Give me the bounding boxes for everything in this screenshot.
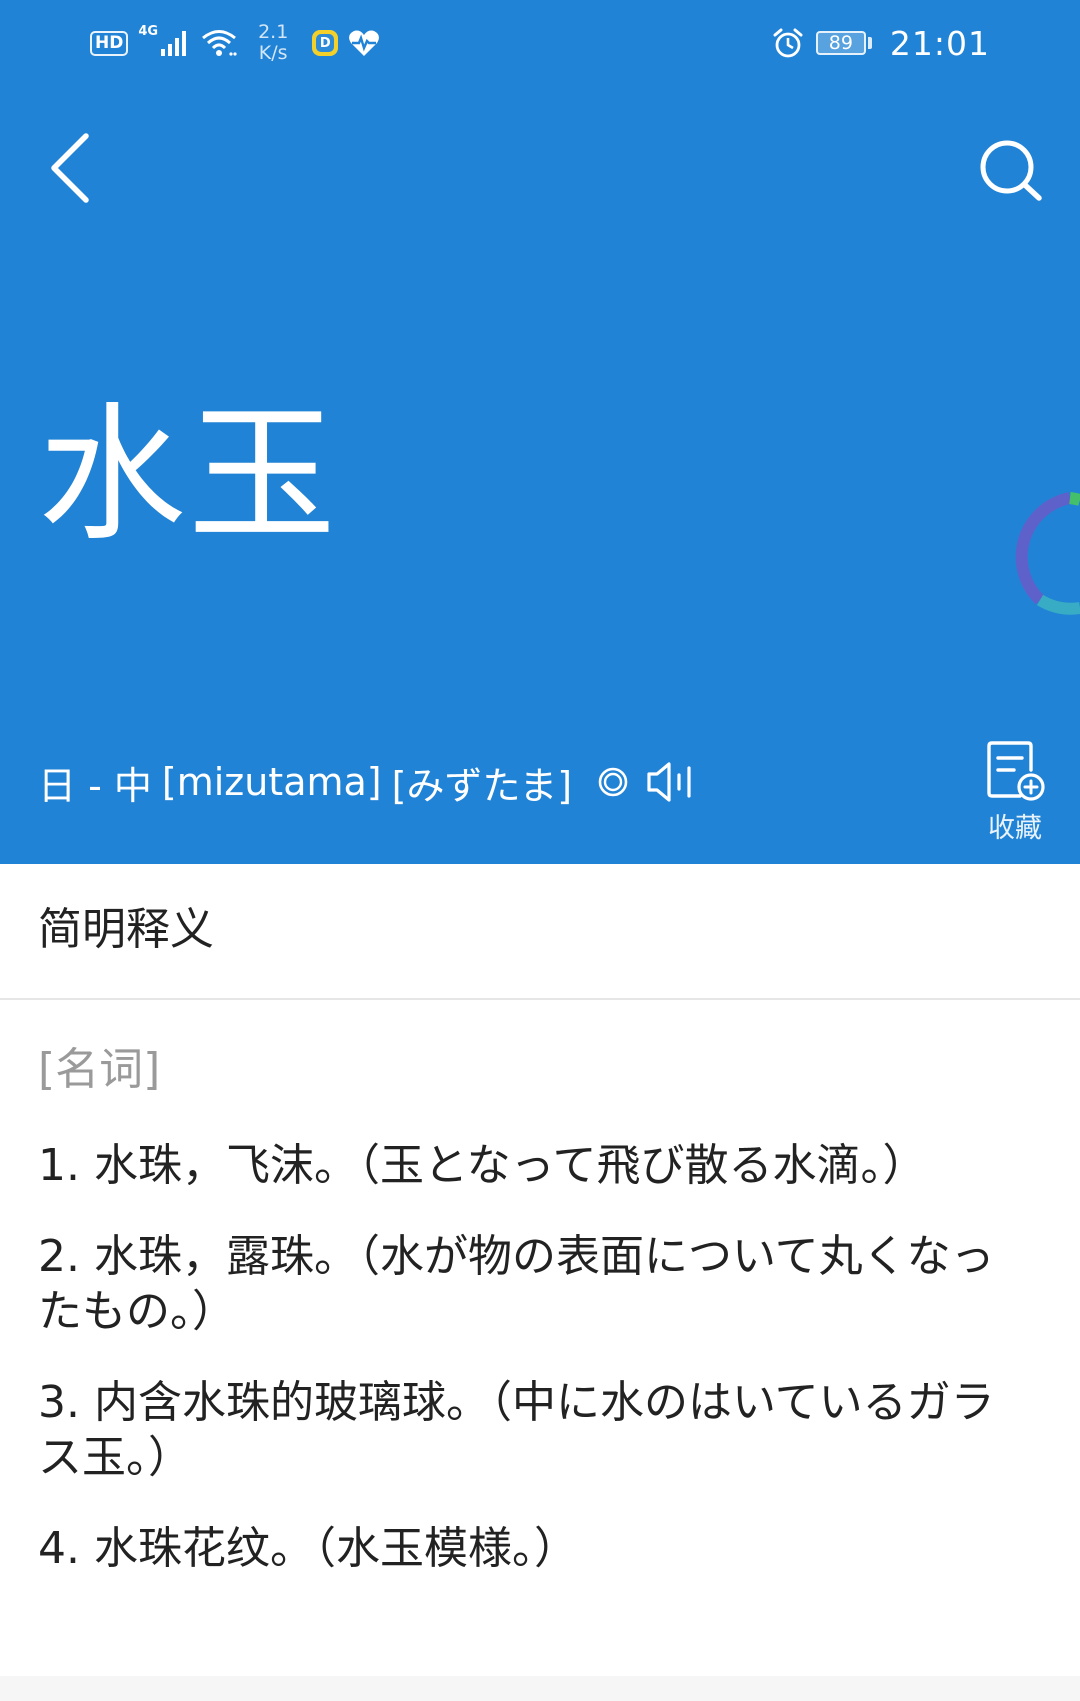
- status-right: 89 21:01: [772, 18, 990, 68]
- wifi-icon: [202, 30, 237, 56]
- romaji-reading: [mizutama]: [161, 760, 382, 804]
- section-divider: [0, 998, 1080, 1000]
- definition-list: 1. 水珠，飞沫。（玉となって飛び散る水滴。） 2. 水珠，露珠。（水が物の表面…: [38, 1138, 1018, 1612]
- signal-icon: [161, 31, 187, 56]
- alarm-icon: [773, 28, 803, 58]
- section-title: 简明释义: [38, 904, 214, 955]
- bottom-strip: [0, 1676, 1080, 1701]
- battery-icon: 89: [815, 31, 872, 55]
- speaker-icon[interactable]: [646, 761, 698, 803]
- network-type: 4G: [138, 23, 159, 39]
- definition-item: 1. 水珠，飞沫。（玉となって飛び散る水滴。）: [38, 1140, 927, 1191]
- part-of-speech: [名词]: [38, 1044, 161, 1095]
- hd-icon: HD: [90, 30, 129, 56]
- definition-item: 2. 水珠，露珠。（水が物の表面について丸くなったもの。）: [38, 1231, 995, 1337]
- heart-pulse-icon: [349, 30, 380, 56]
- clock: 21:01: [889, 23, 990, 63]
- collect-label: 收藏: [988, 813, 1042, 844]
- back-button[interactable]: [44, 130, 100, 206]
- app-badge-letter: D: [316, 34, 335, 52]
- headword: 水玉: [38, 389, 338, 561]
- definition-item: 3. 内含水珠的玻璃球。（中に水のはいているガラス玉。）: [38, 1377, 995, 1483]
- app-notification-icon: D: [312, 30, 339, 56]
- collect-icon: [987, 741, 1045, 801]
- word-header: HD 4G 2.1 K/s D 89 21:01 水玉 日 - 中 [mizut…: [0, 0, 1080, 864]
- speed-unit: K/s: [258, 42, 288, 64]
- dict-direction: 日 - 中: [38, 763, 152, 808]
- battery-level: 89: [815, 31, 866, 55]
- target-icon[interactable]: [598, 767, 628, 797]
- speed-value: 2.1: [258, 21, 289, 43]
- search-button[interactable]: [976, 136, 1046, 206]
- loader-icon: [1015, 492, 1080, 615]
- network-speed: 2.1 K/s: [258, 22, 288, 64]
- status-bar: HD 4G 2.1 K/s D 89 21:01: [0, 0, 1080, 84]
- search-icon: [980, 140, 1042, 201]
- back-arrow-icon: [51, 133, 89, 203]
- collect-button[interactable]: 收藏: [975, 740, 1055, 850]
- battery-tip: [867, 37, 872, 49]
- status-left: HD 4G 2.1 K/s D: [90, 18, 380, 68]
- pronunciation-row: 日 - 中 [mizutama] [みずたま]: [38, 752, 698, 812]
- kana-reading: [みずたま]: [391, 763, 573, 808]
- definition-item: 4. 水珠花纹。（水玉模様。）: [38, 1523, 578, 1574]
